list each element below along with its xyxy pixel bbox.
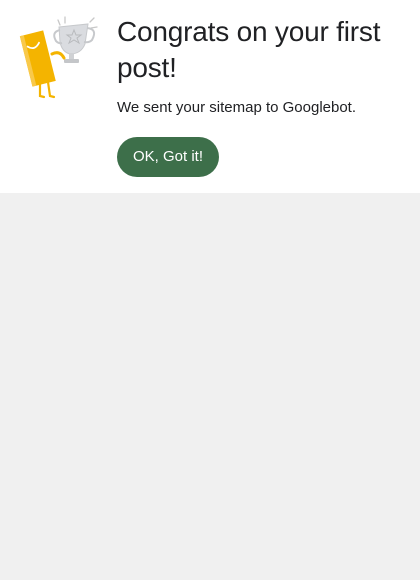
character-holding-trophy-icon [18, 14, 100, 102]
dialog-content: Congrats on your first post! We sent you… [117, 14, 407, 118]
dialog-message: We sent your sitemap to Googlebot. [117, 99, 357, 116]
ok-got-it-button[interactable]: OK, Got it! [117, 137, 220, 177]
congrats-card: Congrats on your first post! We sent you… [0, 0, 420, 193]
page-background [0, 193, 420, 580]
dialog-title: Congrats on your first post! [117, 16, 381, 83]
